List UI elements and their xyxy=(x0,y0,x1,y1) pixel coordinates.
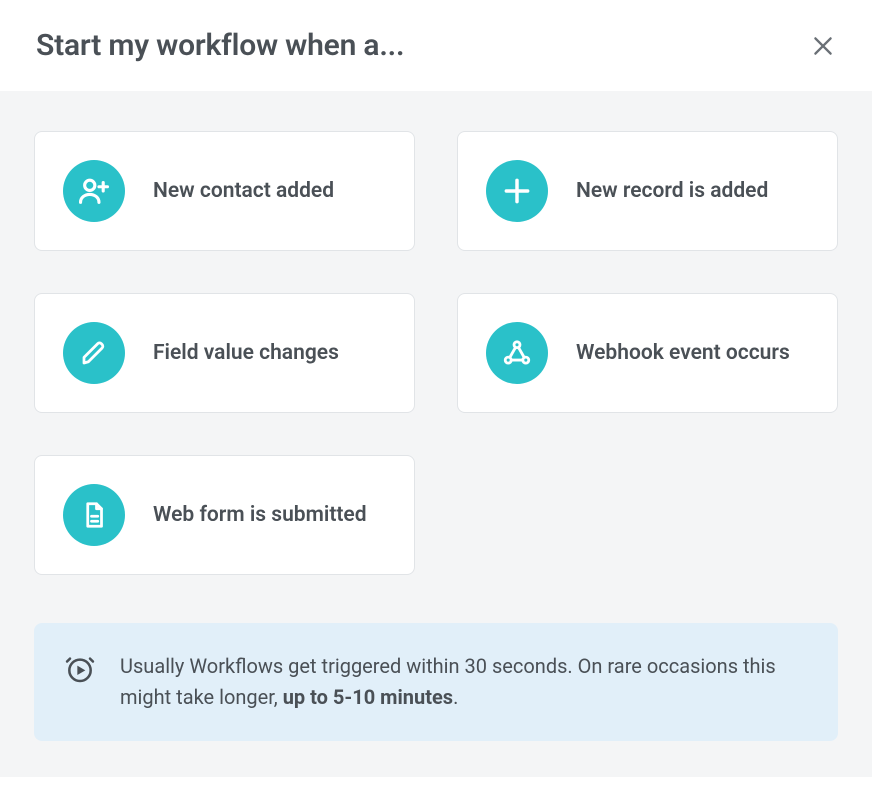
modal-title: Start my workflow when a... xyxy=(36,28,404,63)
webhook-icon xyxy=(486,322,548,384)
trigger-new-contact[interactable]: New contact added xyxy=(34,131,415,251)
trigger-new-record[interactable]: New record is added xyxy=(457,131,838,251)
trigger-label: Field value changes xyxy=(153,339,339,367)
trigger-label: Webhook event occurs xyxy=(576,339,790,367)
modal-body: New contact added New record is added Fi… xyxy=(0,91,872,777)
info-text-bold: up to 5-10 minutes xyxy=(283,685,453,709)
trigger-label: Web form is submitted xyxy=(153,501,367,529)
trigger-field-change[interactable]: Field value changes xyxy=(34,293,415,413)
modal-header: Start my workflow when a... xyxy=(0,0,872,91)
trigger-label: New record is added xyxy=(576,177,768,205)
close-button[interactable] xyxy=(810,33,836,59)
document-icon xyxy=(63,484,125,546)
plus-icon xyxy=(486,160,548,222)
info-banner: Usually Workflows get triggered within 3… xyxy=(34,623,838,741)
clock-alert-icon xyxy=(64,653,96,689)
trigger-web-form[interactable]: Web form is submitted xyxy=(34,455,415,575)
close-icon xyxy=(810,33,836,59)
info-text: Usually Workflows get triggered within 3… xyxy=(120,651,808,713)
info-text-tail: . xyxy=(453,685,458,709)
pencil-icon xyxy=(63,322,125,384)
trigger-label: New contact added xyxy=(153,177,334,205)
trigger-grid: New contact added New record is added Fi… xyxy=(34,131,838,575)
trigger-webhook[interactable]: Webhook event occurs xyxy=(457,293,838,413)
person-plus-icon xyxy=(63,160,125,222)
